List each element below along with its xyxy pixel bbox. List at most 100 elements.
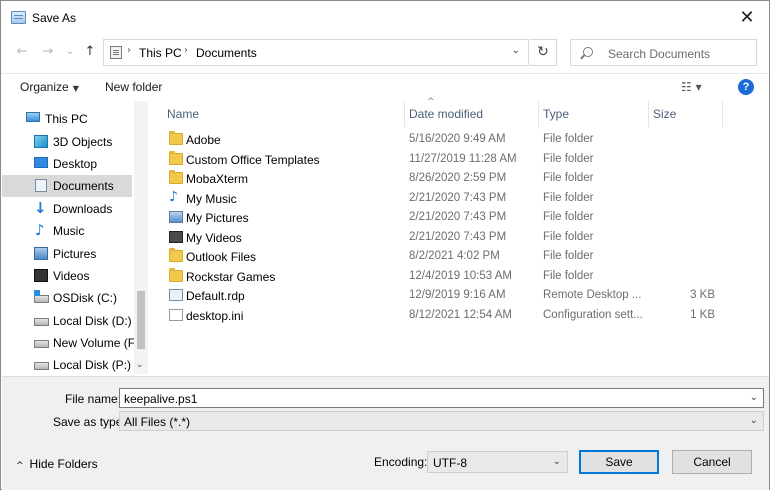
sidebar-item-new-volume-f[interactable]: New Volume (F:) xyxy=(2,332,142,354)
file-row-my-pictures[interactable]: My Pictures 2/21/2020 7:43 PM File folde… xyxy=(151,208,769,228)
search-input[interactable]: Search Documents xyxy=(608,47,710,61)
refresh-icon[interactable]: ↻ xyxy=(530,39,557,66)
file-size: 3 KB xyxy=(690,289,715,301)
folder-icon xyxy=(169,267,183,282)
sidebar-item-label: Videos xyxy=(53,269,90,283)
file-name-field[interactable]: keepalive.ps1 ⌄ xyxy=(119,388,764,408)
navigation-pane: This PC 3D Objects Desktop Documents ↓ D… xyxy=(2,101,148,374)
file-date-modified: 8/26/2020 2:59 PM xyxy=(409,172,507,184)
sidebar-item-label: Music xyxy=(53,224,85,238)
sidebar-item-osdisk-c[interactable]: OSDisk (C:) xyxy=(2,287,132,309)
command-toolbar: Organize ▼ New folder ☷ ▾ ? xyxy=(1,73,769,100)
save-as-type-label: Save as type: xyxy=(53,415,126,429)
breadcrumb-separator-icon[interactable]: › xyxy=(127,45,131,56)
save-panel: File name: keepalive.ps1 ⌄ Save as type:… xyxy=(2,376,769,490)
back-arrow-icon[interactable]: ← xyxy=(13,43,31,61)
recent-locations-chevron-icon[interactable]: ⌄ xyxy=(61,43,79,61)
up-arrow-icon[interactable]: ↑ xyxy=(81,43,99,61)
file-row-my-music[interactable]: ♪ My Music 2/21/2020 7:43 PM File folder xyxy=(151,189,769,209)
encoding-label: Encoding: xyxy=(374,455,428,469)
file-date-modified: 2/21/2020 7:43 PM xyxy=(409,230,507,243)
documents-location-icon xyxy=(110,46,122,59)
computer-icon xyxy=(26,112,40,122)
change-view-icon[interactable]: ☷ ▾ xyxy=(681,80,702,94)
music-folder-icon: ♪ xyxy=(169,188,178,205)
documents-icon xyxy=(35,179,47,192)
breadcrumb-documents[interactable]: Documents xyxy=(196,46,257,60)
sidebar-item-local-disk-p[interactable]: Local Disk (P:) xyxy=(2,354,132,374)
file-type: File folder xyxy=(543,269,594,282)
encoding-select[interactable]: UTF-8 ⌄ xyxy=(427,451,568,473)
save-as-dialog: Save As ✕ ← → ⌄ ↑ › This PC › Documents … xyxy=(0,0,770,490)
breadcrumb-this-pc[interactable]: This PC xyxy=(139,46,182,60)
organize-label: Organize xyxy=(20,80,69,94)
file-row-default-rdp[interactable]: Default.rdp 12/9/2019 9:16 AM Remote Des… xyxy=(151,286,769,306)
file-date-modified: 8/2/2021 4:02 PM xyxy=(409,250,500,262)
file-name-value: keepalive.ps1 xyxy=(124,392,198,406)
file-name: My Videos xyxy=(186,230,242,245)
file-type: Remote Desktop ... xyxy=(543,289,642,301)
sidebar-item-downloads[interactable]: ↓ Downloads xyxy=(2,198,132,220)
sidebar-item-label: Pictures xyxy=(53,246,97,261)
sidebar-item-this-pc[interactable]: This PC xyxy=(2,108,132,130)
folder-icon xyxy=(169,150,183,165)
encoding-value: UTF-8 xyxy=(433,456,467,470)
navigation-pane-scrollbar[interactable]: ⌄ xyxy=(134,101,148,374)
file-row-adobe[interactable]: Adobe 5/16/2020 9:49 AM File folder xyxy=(151,130,769,150)
close-button[interactable]: ✕ xyxy=(733,5,761,31)
file-type: File folder xyxy=(543,211,594,223)
sidebar-item-videos[interactable]: Videos xyxy=(2,265,132,287)
file-row-outlook-files[interactable]: Outlook Files 8/2/2021 4:02 PM File fold… xyxy=(151,247,769,267)
column-header-date-modified[interactable]: Date modified xyxy=(409,101,539,127)
save-as-type-value: All Files (*.*) xyxy=(124,415,191,429)
file-row-mobaxterm[interactable]: MobaXterm 8/26/2020 2:59 PM File folder xyxy=(151,169,769,189)
download-arrow-icon: ↓ xyxy=(34,198,47,217)
caret-down-icon: ▼ xyxy=(72,84,79,93)
window-title: Save As xyxy=(32,11,77,25)
sidebar-item-desktop[interactable]: Desktop xyxy=(2,153,132,175)
music-note-icon: ♪ xyxy=(35,221,45,239)
sidebar-item-3d-objects[interactable]: 3D Objects xyxy=(2,131,132,153)
save-as-icon xyxy=(11,11,26,24)
column-header-type[interactable]: Type xyxy=(543,101,649,127)
save-as-type-select[interactable]: All Files (*.*) ⌄ xyxy=(119,411,764,431)
sidebar-item-label: OSDisk (C:) xyxy=(53,291,117,305)
column-header-name[interactable]: Name xyxy=(167,101,405,127)
file-row-my-videos[interactable]: My Videos 2/21/2020 7:43 PM File folder xyxy=(151,228,769,248)
sidebar-item-label: Desktop xyxy=(53,157,98,171)
sidebar-item-label: This PC xyxy=(45,112,88,126)
organize-button[interactable]: Organize ▼ xyxy=(20,80,79,94)
scrollbar-thumb[interactable] xyxy=(137,291,145,349)
address-dropdown-chevron-icon[interactable]: ⌄ xyxy=(512,45,520,56)
address-bar[interactable]: › This PC › Documents ⌄ xyxy=(103,39,529,66)
drive-icon xyxy=(34,317,49,326)
file-name-dropdown-chevron-icon[interactable]: ⌄ xyxy=(750,392,758,403)
file-name: Adobe xyxy=(186,133,221,147)
title-bar: Save As ✕ xyxy=(1,1,769,35)
sidebar-item-local-disk-d[interactable]: Local Disk (D:) xyxy=(2,310,132,332)
sidebar-item-pictures[interactable]: Pictures xyxy=(2,243,132,265)
new-folder-button[interactable]: New folder xyxy=(105,80,162,94)
search-box[interactable]: Search Documents xyxy=(570,39,757,66)
file-name: My Pictures xyxy=(186,211,249,225)
cancel-button[interactable]: Cancel xyxy=(672,450,752,474)
file-name: My Music xyxy=(186,191,237,206)
sidebar-item-label: Documents xyxy=(53,179,114,193)
sidebar-item-documents[interactable]: Documents xyxy=(2,175,132,197)
sidebar-item-music[interactable]: ♪ Music xyxy=(2,220,132,242)
file-row-desktop-ini[interactable]: desktop.ini 8/12/2021 12:54 AM Configura… xyxy=(151,306,769,326)
drive-icon xyxy=(34,362,49,370)
breadcrumb-separator-icon[interactable]: › xyxy=(184,45,188,56)
column-header-size[interactable]: Size xyxy=(653,101,723,127)
help-icon[interactable]: ? xyxy=(738,79,754,95)
scroll-down-arrow-icon[interactable]: ⌄ xyxy=(136,360,144,370)
sidebar-item-label: 3D Objects xyxy=(53,134,113,149)
save-button[interactable]: Save xyxy=(579,450,659,474)
file-date-modified: 12/4/2019 10:53 AM xyxy=(409,269,512,282)
hide-folders-button[interactable]: ^ Hide Folders xyxy=(16,457,98,471)
pictures-folder-icon xyxy=(169,211,183,223)
forward-arrow-icon[interactable]: → xyxy=(39,43,57,61)
file-row-rockstar-games[interactable]: Rockstar Games 12/4/2019 10:53 AM File f… xyxy=(151,267,769,287)
file-size: 1 KB xyxy=(690,308,715,321)
file-row-custom-office-templates[interactable]: Custom Office Templates 11/27/2019 11:28… xyxy=(151,150,769,170)
